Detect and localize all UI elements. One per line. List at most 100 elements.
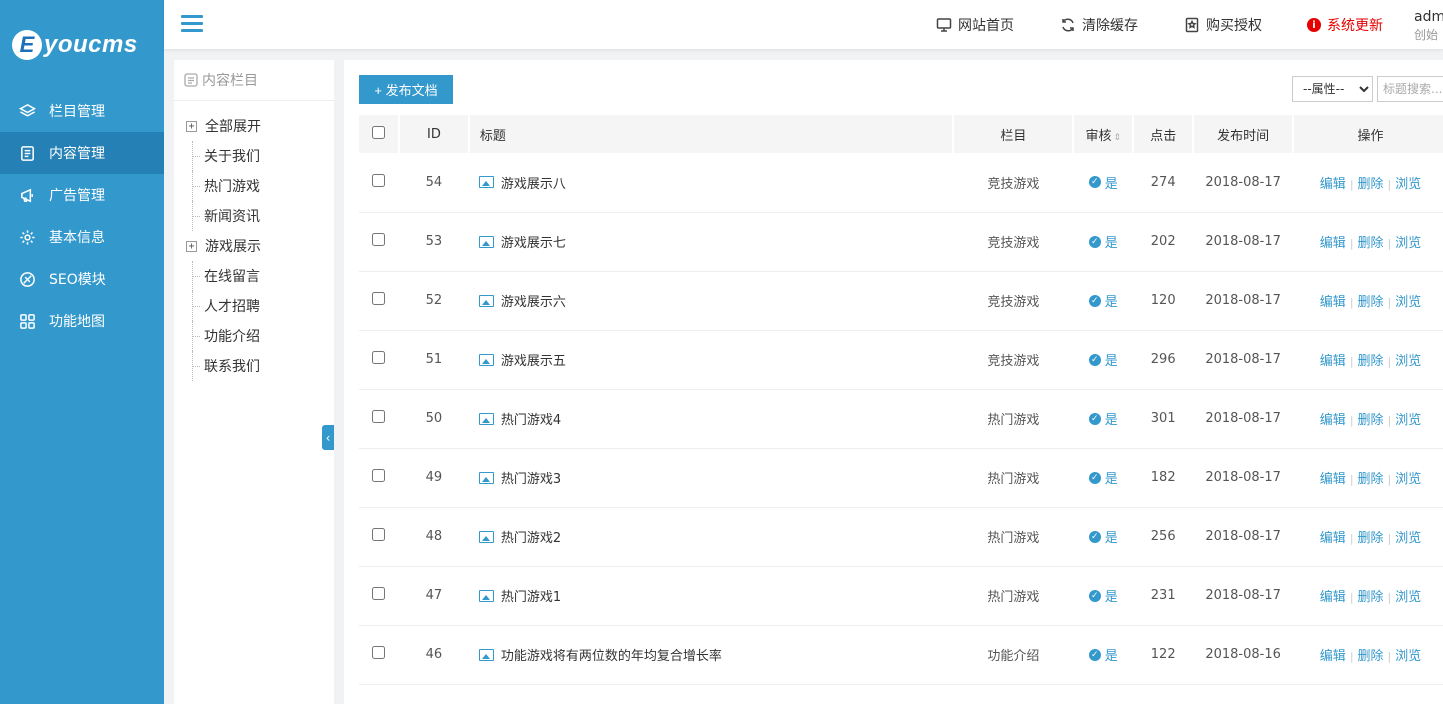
topbar: 网站首页 清除缓存 购买授权 i 系统更新 adm 创始 [164, 0, 1443, 50]
attribute-filter-select[interactable]: --属性-- [1292, 76, 1373, 102]
row-audit-cell[interactable]: ✓ 是 [1073, 212, 1134, 272]
row-title[interactable]: 热门游戏3 [501, 472, 561, 487]
row-title-cell: 热门游戏3 [468, 448, 954, 508]
row-ops: 编辑 | 删除 | 浏览 [1293, 153, 1443, 213]
row-title[interactable]: 游戏展示五 [501, 354, 566, 369]
logo[interactable]: E youcms [0, 0, 164, 90]
edit-link[interactable]: 编辑 [1320, 472, 1346, 487]
row-checkbox[interactable] [372, 587, 386, 600]
row-title[interactable]: 游戏展示六 [501, 295, 566, 310]
row-column: 热门游戏 [953, 389, 1074, 449]
row-title[interactable]: 功能游戏将有两位数的年均复合增长率 [501, 649, 722, 664]
row-audit-cell[interactable]: ✓ 是 [1073, 153, 1134, 213]
edit-link[interactable]: 编辑 [1320, 236, 1346, 251]
select-all-checkbox[interactable] [371, 125, 385, 139]
row-audit-cell[interactable]: ✓ 是 [1073, 507, 1134, 567]
row-audit-cell[interactable]: ✓ 是 [1073, 566, 1134, 626]
audit-status: ✓ 是 [1088, 173, 1118, 192]
delete-link[interactable]: 删除 [1358, 531, 1384, 546]
title-search-input[interactable] [1377, 76, 1443, 102]
user-menu[interactable]: adm 创始 [1414, 8, 1443, 44]
table-row: 49 热门游戏3 热门游戏 ✓ 是 182 2018-08-17 编辑 | 删除 | 浏览 [359, 448, 1443, 508]
buy-license-link[interactable]: 购买授权 [1184, 0, 1262, 50]
sidebar-item-0[interactable]: 栏目管理 [0, 90, 164, 132]
clear-cache-label: 清除缓存 [1082, 18, 1138, 34]
site-home-link[interactable]: 网站首页 [936, 0, 1014, 50]
sidebar-item-5[interactable]: 功能地图 [0, 300, 164, 342]
sidebar-item-1[interactable]: 内容管理 [0, 132, 164, 174]
row-audit-cell[interactable]: ✓ 是 [1073, 271, 1134, 331]
tree-item[interactable]: 人才招聘 [174, 291, 334, 321]
row-title[interactable]: 游戏展示七 [501, 236, 566, 251]
row-audit-cell[interactable]: ✓ 是 [1073, 448, 1134, 508]
view-link[interactable]: 浏览 [1395, 649, 1421, 664]
row-audit-cell[interactable]: ✓ 是 [1073, 389, 1134, 449]
tree-item[interactable]: + 游戏展示 [174, 231, 334, 261]
edit-link[interactable]: 编辑 [1320, 531, 1346, 546]
table-body: 54 游戏展示八 竞技游戏 ✓ 是 274 2018-08-17 编辑 | 删除 | 浏览 53 游戏展示… [359, 153, 1443, 685]
row-title-cell: 游戏展示七 [468, 212, 954, 272]
delete-link[interactable]: 删除 [1358, 590, 1384, 605]
image-icon [478, 294, 494, 307]
row-checkbox[interactable] [372, 292, 386, 305]
tree-item[interactable]: 功能介绍 [174, 321, 334, 351]
image-icon [478, 412, 494, 425]
view-link[interactable]: 浏览 [1395, 413, 1421, 428]
view-link[interactable]: 浏览 [1395, 236, 1421, 251]
expand-icon[interactable]: + [186, 240, 197, 252]
view-link[interactable]: 浏览 [1395, 590, 1421, 605]
refresh-icon [1062, 18, 1074, 32]
menu-toggle-icon[interactable] [181, 15, 203, 33]
row-title[interactable]: 热门游戏4 [501, 413, 561, 428]
view-link[interactable]: 浏览 [1395, 531, 1421, 546]
audit-label: 是 [1104, 236, 1118, 251]
delete-link[interactable]: 删除 [1358, 413, 1384, 428]
edit-link[interactable]: 编辑 [1320, 354, 1346, 369]
view-link[interactable]: 浏览 [1395, 472, 1421, 487]
row-title[interactable]: 游戏展示八 [501, 177, 566, 192]
tree-item[interactable]: 关于我们 [174, 141, 334, 171]
edit-link[interactable]: 编辑 [1320, 649, 1346, 664]
sidebar-item-2[interactable]: 广告管理 [0, 174, 164, 216]
edit-link[interactable]: 编辑 [1320, 590, 1346, 605]
delete-link[interactable]: 删除 [1358, 649, 1384, 664]
tree-item[interactable]: 热门游戏 [174, 171, 334, 201]
op-separator: | [1349, 237, 1354, 250]
publish-document-button[interactable]: + 发布文档 [359, 75, 453, 104]
check-circle-icon: ✓ [1088, 235, 1101, 248]
edit-link[interactable]: 编辑 [1320, 177, 1346, 192]
collapse-panel-button[interactable]: ‹ [322, 425, 334, 450]
row-title[interactable]: 热门游戏2 [501, 531, 561, 546]
edit-link[interactable]: 编辑 [1320, 413, 1346, 428]
row-checkbox[interactable] [372, 351, 386, 364]
row-checkbox[interactable] [372, 233, 386, 246]
sidebar-item-4[interactable]: SEO模块 [0, 258, 164, 300]
edit-link[interactable]: 编辑 [1320, 295, 1346, 310]
row-audit-cell[interactable]: ✓ 是 [1073, 330, 1134, 390]
clear-cache-link[interactable]: 清除缓存 [1060, 0, 1138, 50]
tree-item[interactable]: 联系我们 [174, 351, 334, 381]
delete-link[interactable]: 删除 [1358, 472, 1384, 487]
delete-link[interactable]: 删除 [1358, 177, 1384, 192]
system-update-link[interactable]: i 系统更新 [1307, 0, 1383, 50]
row-id: 47 [398, 566, 469, 626]
audit-header[interactable]: 审核 ⇕ [1073, 115, 1135, 153]
row-checkbox[interactable] [372, 528, 386, 541]
expand-icon[interactable]: + [186, 120, 197, 132]
view-link[interactable]: 浏览 [1395, 354, 1421, 369]
tree-item[interactable]: 新闻资讯 [174, 201, 334, 231]
row-title[interactable]: 热门游戏1 [501, 590, 561, 605]
delete-link[interactable]: 删除 [1358, 295, 1384, 310]
view-link[interactable]: 浏览 [1395, 177, 1421, 192]
sidebar-item-3[interactable]: 基本信息 [0, 216, 164, 258]
row-checkbox[interactable] [372, 173, 386, 187]
row-checkbox[interactable] [372, 646, 386, 659]
row-checkbox[interactable] [372, 469, 386, 482]
tree-item[interactable]: 在线留言 [174, 261, 334, 291]
tree-item[interactable]: + 全部展开 [174, 111, 334, 141]
row-checkbox[interactable] [372, 410, 386, 423]
row-audit-cell[interactable]: ✓ 是 [1073, 625, 1134, 685]
delete-link[interactable]: 删除 [1358, 236, 1384, 251]
view-link[interactable]: 浏览 [1395, 295, 1421, 310]
delete-link[interactable]: 删除 [1358, 354, 1384, 369]
